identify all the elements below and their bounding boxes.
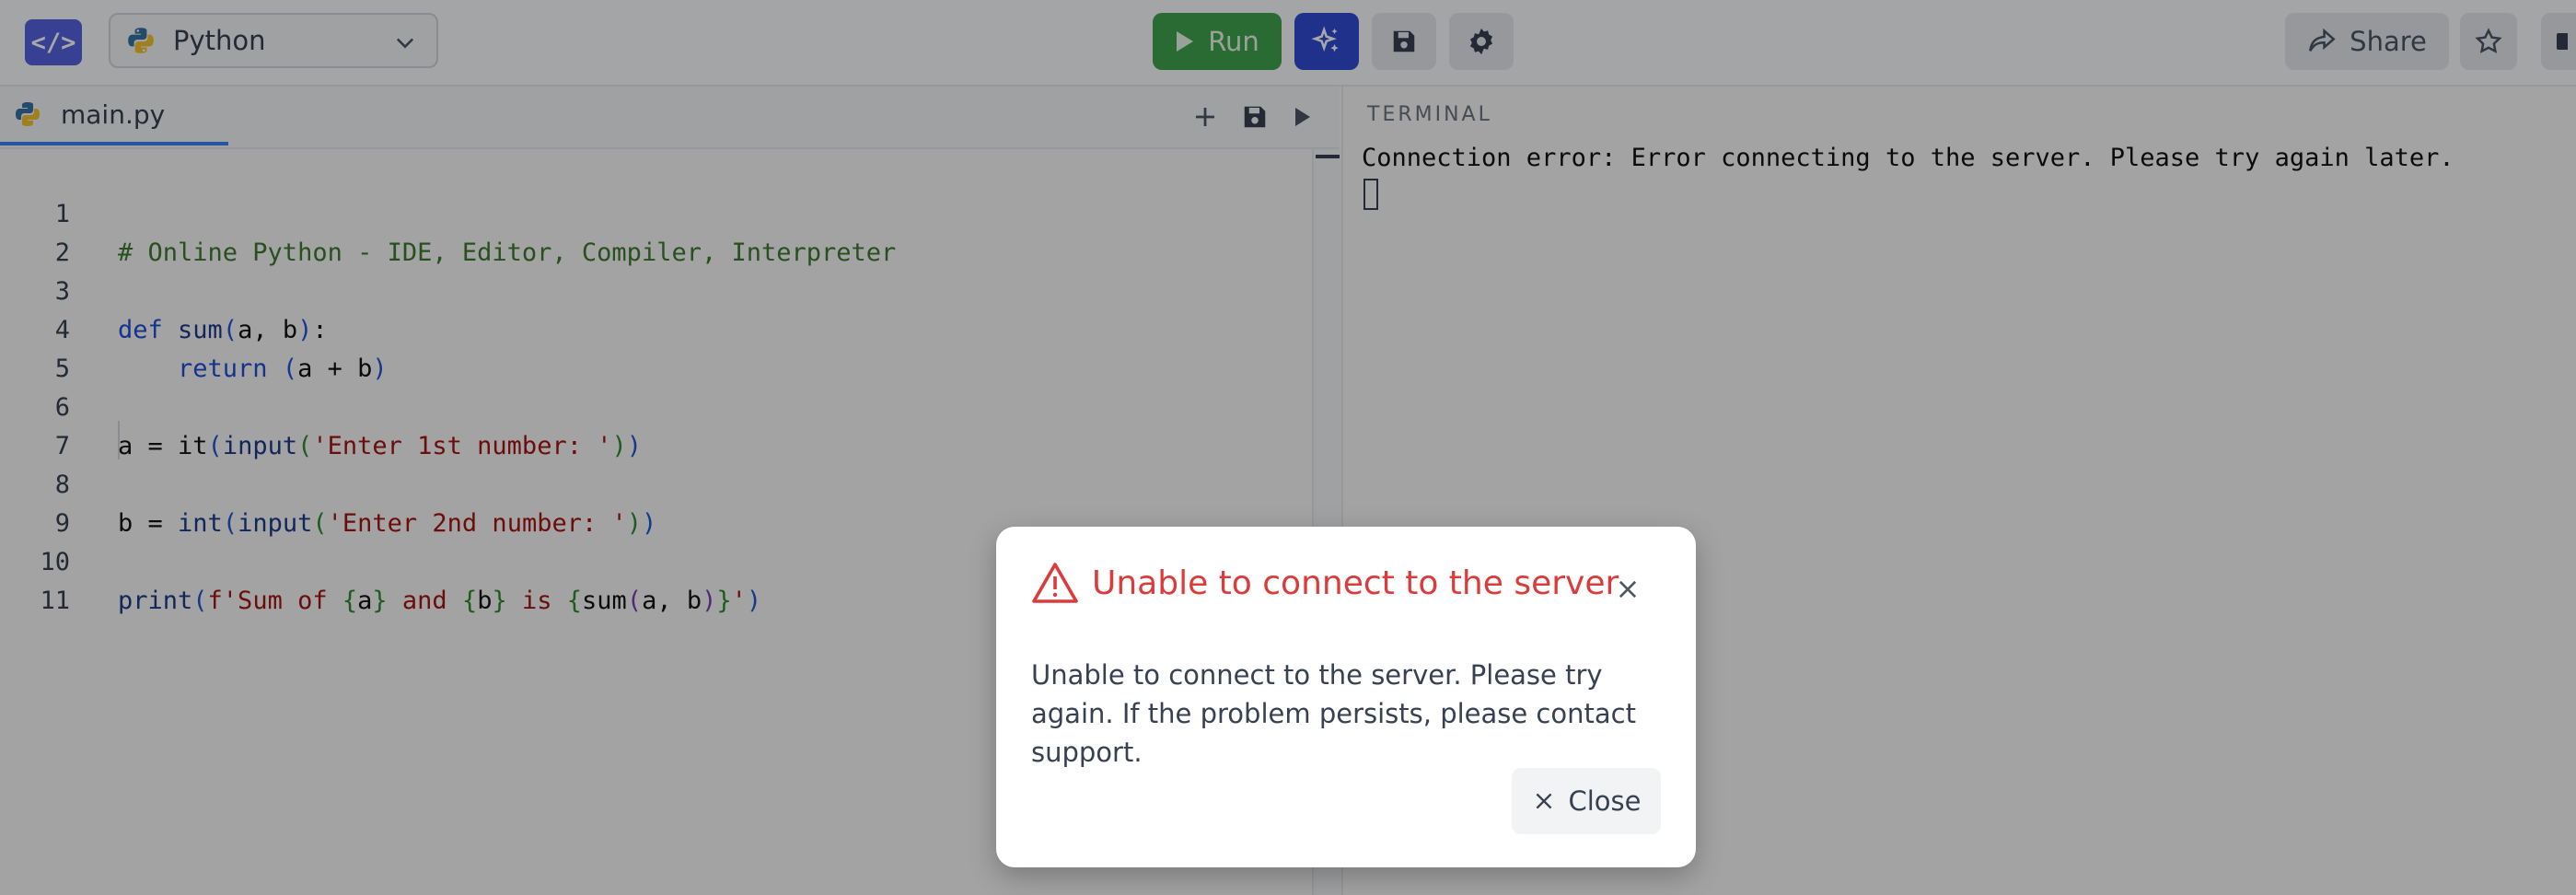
dialog-message: Unable to connect to the server. Please … [1031,659,1636,768]
dialog-close-x-button[interactable] [1609,571,1646,608]
dialog-title: Unable to connect to the server [1092,564,1619,602]
dialog-close-button[interactable]: Close [1512,768,1661,834]
dialog-header: Unable to connect to the server [1031,562,1619,604]
close-icon [1619,580,1637,599]
close-icon [1536,793,1551,809]
close-label: Close [1568,785,1642,817]
warning-icon [1032,563,1078,603]
error-dialog: Unable to connect to the server Unable t… [996,527,1696,867]
